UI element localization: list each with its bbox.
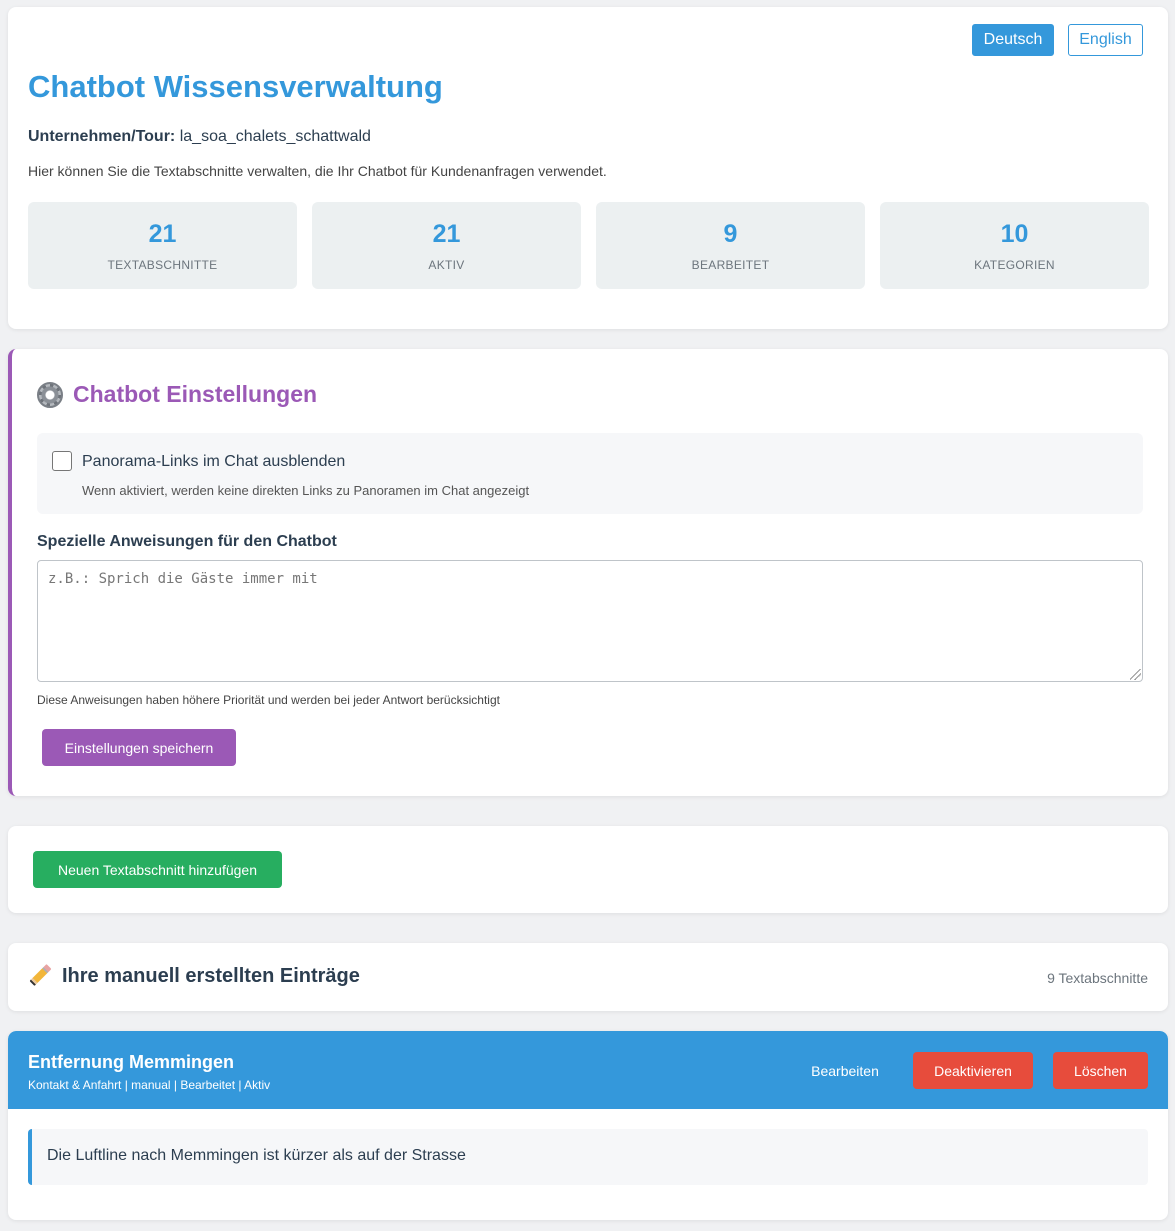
stat-value: 21 [148,219,177,248]
stat-aktiv: 21 AKTIV [312,202,581,289]
language-button-english[interactable]: English [1068,24,1143,56]
stat-value: 10 [1000,219,1029,248]
entries-count: 9 Textabschnitte [1047,970,1148,986]
stat-label: TEXTABSCHNITTE [107,257,218,272]
stat-kategorien: 10 KATEGORIEN [880,202,1149,289]
stat-textabschnitte: 21 TEXTABSCHNITTE [28,202,297,289]
add-section-button[interactable]: Neuen Textabschnitt hinzufügen [33,851,282,888]
language-switch: Deutsch English [972,24,1143,56]
deactivate-button[interactable]: Deaktivieren [913,1052,1033,1089]
language-button-deutsch[interactable]: Deutsch [972,24,1054,56]
company-line: Unternehmen/Tour: la_soa_chalets_schattw… [28,128,371,146]
instructions-hint: Diese Anweisungen haben höhere Priorität… [37,693,500,707]
instructions-textarea[interactable] [37,560,1143,682]
stat-value: 9 [723,219,738,248]
instructions-label: Spezielle Anweisungen für den Chatbot [37,533,337,550]
settings-heading: Chatbot Einstellungen [37,381,317,408]
textarea-resize-handle[interactable] [1130,669,1141,680]
entry-card: Entfernung Memmingen Kontakt & Anfahrt |… [8,1031,1168,1220]
page-description: Hier können Sie die Textabschnitte verwa… [28,163,607,179]
entries-heading: Ihre manuell erstellten Einträge [28,964,360,988]
settings-card: Chatbot Einstellungen Panorama-Links im … [8,349,1168,796]
hide-panorama-label[interactable]: Panorama-Links im Chat ausblenden [82,453,345,471]
entry-meta: Kontakt & Anfahrt | manual | Bearbeitet … [28,1078,271,1092]
entries-title: Ihre manuell erstellten Einträge [62,964,360,987]
page-title: Chatbot Wissensverwaltung [28,69,443,104]
company-value: la_soa_chalets_schattwald [179,128,371,145]
add-card: Neuen Textabschnitt hinzufügen [8,826,1168,913]
delete-button[interactable]: Löschen [1053,1052,1148,1089]
save-settings-button[interactable]: Einstellungen speichern [42,729,236,766]
stat-bearbeitet: 9 BEARBEITET [596,202,865,289]
header-card: Deutsch English Chatbot Wissensverwaltun… [8,7,1168,329]
company-label: Unternehmen/Tour: [28,128,176,145]
panorama-option: Panorama-Links im Chat ausblenden Wenn a… [37,433,1143,514]
entry-title: Entfernung Memmingen [28,1052,234,1072]
stats-row: 21 TEXTABSCHNITTE 21 AKTIV 9 BEARBEITET … [28,202,1149,289]
entries-header: Ihre manuell erstellten Einträge 9 Texta… [8,943,1168,1011]
gear-icon [37,381,63,408]
stat-value: 21 [432,219,461,248]
stat-label: BEARBEITET [691,257,770,272]
entry-header: Entfernung Memmingen Kontakt & Anfahrt |… [8,1031,1168,1109]
entry-actions: Bearbeiten Deaktivieren Löschen [801,1052,1148,1089]
entry-body: Die Luftline nach Memmingen ist kürzer a… [28,1129,1148,1185]
entry-text: Die Luftline nach Memmingen ist kürzer a… [47,1147,466,1164]
edit-button[interactable]: Bearbeiten [801,1052,889,1089]
hide-panorama-checkbox[interactable] [52,451,72,471]
settings-title: Chatbot Einstellungen [73,381,318,407]
pencil-icon [28,964,52,988]
stat-label: AKTIV [428,257,465,272]
hide-panorama-hint: Wenn aktiviert, werden keine direkten Li… [82,483,530,498]
stat-label: KATEGORIEN [974,257,1055,272]
